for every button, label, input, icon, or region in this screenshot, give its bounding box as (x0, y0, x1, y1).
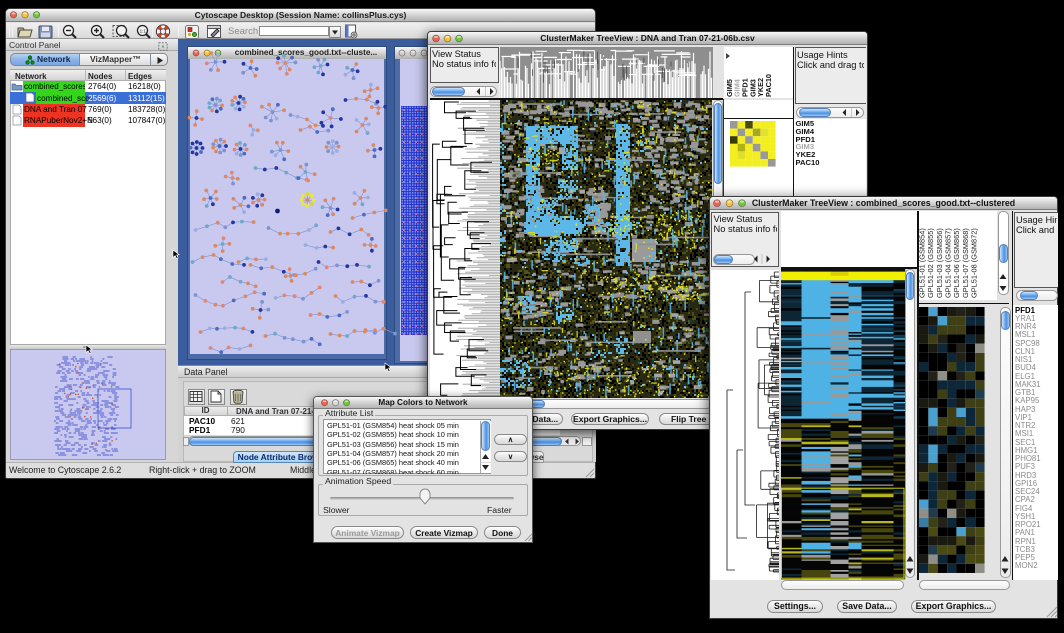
svg-text:GPL51-04 (GSM857): GPL51-04 (GSM857) (943, 228, 952, 298)
svg-text:GPL51-02 (GSM855): GPL51-02 (GSM855) (926, 228, 935, 298)
svg-text:PAC10: PAC10 (764, 74, 773, 97)
svg-text:GPL51-03 (GSM856): GPL51-03 (GSM856) (935, 228, 944, 298)
svg-text:GPL51-07 (GSM868): GPL51-07 (GSM868) (961, 228, 970, 298)
svg-text:1:1: 1:1 (140, 28, 147, 33)
svg-text:GPL51-06 (GSM865): GPL51-06 (GSM865) (952, 228, 961, 298)
svg-text:GPL51-01 (GSM854): GPL51-01 (GSM854) (918, 228, 927, 298)
svg-text:GPL51-08 (GSM872): GPL51-08 (GSM872) (969, 228, 978, 298)
